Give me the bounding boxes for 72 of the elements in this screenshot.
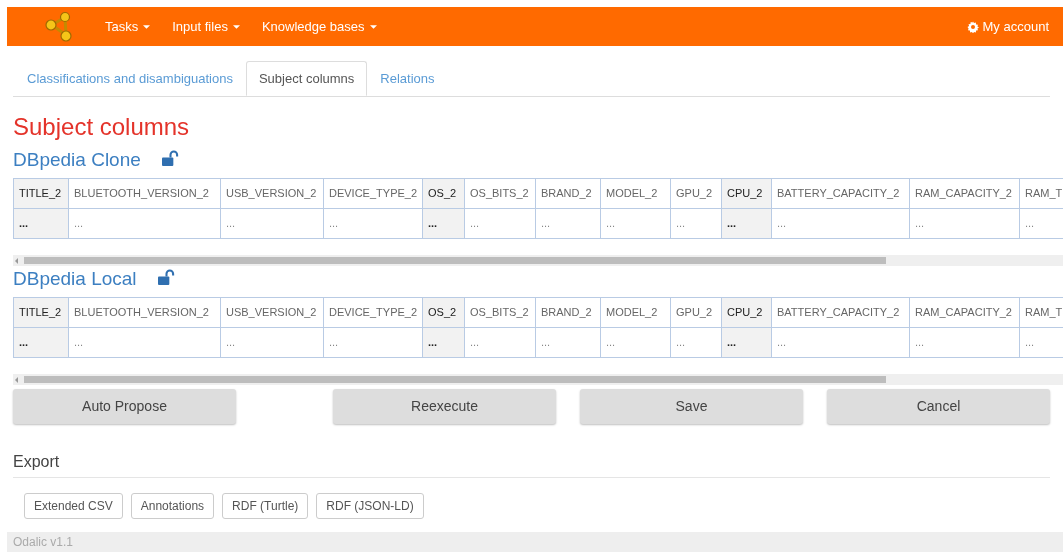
table-cell: ... — [600, 327, 671, 358]
table-cell: ... — [771, 327, 910, 358]
column-header[interactable]: OS_BITS_2 — [464, 297, 536, 328]
export-button[interactable]: Annotations — [130, 493, 215, 519]
scrollbar[interactable] — [13, 255, 1063, 266]
unlocked-lock-icon[interactable] — [156, 268, 176, 286]
table-cell: ... — [670, 327, 722, 358]
version-text: Odalic v1.1 — [13, 534, 74, 551]
column-header[interactable]: RAM_CAPACITY_2 — [909, 178, 1020, 209]
action-button[interactable]: Reexecute — [333, 389, 556, 424]
table-cell: ... — [220, 327, 324, 358]
caret-icon — [232, 24, 240, 29]
caret-icon — [143, 24, 151, 29]
logo-icon[interactable] — [43, 10, 75, 43]
table-cell: ... — [535, 208, 601, 239]
table-cell: ... — [600, 208, 671, 239]
column-header[interactable]: GPU_2 — [670, 178, 722, 209]
action-button[interactable]: Auto Propose — [13, 389, 236, 424]
column-header[interactable]: CPU_2 — [721, 178, 772, 209]
caret-icon — [369, 24, 377, 29]
column-header[interactable]: OS_2 — [422, 178, 465, 209]
table-cell: ... — [909, 327, 1020, 358]
table-cell: ... — [464, 327, 536, 358]
column-header[interactable]: BATTERY_CAPACITY_2 — [771, 178, 910, 209]
export-button[interactable]: RDF (JSON-LD) — [316, 493, 424, 519]
kb-title: DBpedia Local — [13, 266, 137, 291]
tab[interactable]: Subject columns — [245, 61, 368, 96]
table-cell: ... — [535, 327, 601, 358]
unlocked-lock-icon[interactable] — [160, 149, 180, 167]
table-cell: ... — [68, 327, 221, 358]
table-cell: ... — [13, 327, 69, 358]
column-header[interactable]: RAM_T — [1019, 297, 1063, 328]
column-header[interactable]: OS_BITS_2 — [464, 178, 536, 209]
page-title: Subject columns — [13, 112, 191, 142]
column-header[interactable]: USB_VERSION_2 — [220, 297, 324, 328]
tab[interactable]: Classifications and disambiguations — [14, 61, 246, 96]
column-header[interactable]: BRAND_2 — [535, 178, 601, 209]
column-header[interactable]: MODEL_2 — [600, 178, 671, 209]
table-cell: ... — [670, 208, 722, 239]
column-header[interactable]: BLUETOOTH_VERSION_2 — [68, 297, 221, 328]
export-button[interactable]: Extended CSV — [24, 493, 123, 519]
table-cell: ... — [220, 208, 324, 239]
column-header[interactable]: MODEL_2 — [600, 297, 671, 328]
scrollbar[interactable] — [13, 374, 1063, 385]
column-header[interactable]: RAM_T — [1019, 178, 1063, 209]
table-cell: ... — [771, 208, 910, 239]
column-header[interactable]: GPU_2 — [670, 297, 722, 328]
column-header[interactable]: BLUETOOTH_VERSION_2 — [68, 178, 221, 209]
action-button[interactable]: Save — [580, 389, 803, 424]
section-title: Export — [13, 452, 61, 472]
column-header[interactable]: USB_VERSION_2 — [220, 178, 324, 209]
column-header[interactable]: BATTERY_CAPACITY_2 — [771, 297, 910, 328]
column-header[interactable]: BRAND_2 — [535, 297, 601, 328]
table-cell: ... — [13, 208, 69, 239]
column-header[interactable]: TITLE_2 — [13, 178, 69, 209]
table-cell: ... — [721, 327, 772, 358]
table-cell: ... — [323, 208, 423, 239]
export-button[interactable]: RDF (Turtle) — [222, 493, 309, 519]
table-cell: ... — [68, 208, 221, 239]
column-header[interactable]: RAM_CAPACITY_2 — [909, 297, 1020, 328]
column-header[interactable]: DEVICE_TYPE_2 — [323, 297, 423, 328]
kb-title: DBpedia Clone — [13, 147, 141, 172]
table-cell: ... — [464, 208, 536, 239]
table-cell: ... — [721, 208, 772, 239]
table-cell: ... — [323, 327, 423, 358]
action-button[interactable]: Cancel — [827, 389, 1050, 424]
column-header[interactable]: TITLE_2 — [13, 297, 69, 328]
table-cell: ... — [909, 208, 1020, 239]
column-header[interactable]: OS_2 — [422, 297, 465, 328]
column-header[interactable]: CPU_2 — [721, 297, 772, 328]
settings-icon — [966, 20, 979, 33]
column-header[interactable]: DEVICE_TYPE_2 — [323, 178, 423, 209]
